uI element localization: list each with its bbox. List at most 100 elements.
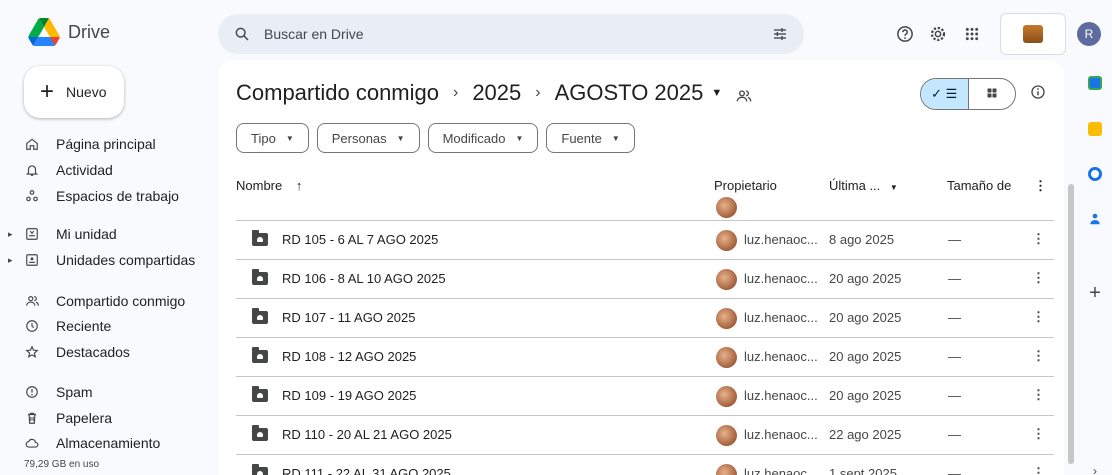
- sidebar-item-label: Spam: [56, 384, 93, 400]
- table-row[interactable]: RD 106 - 8 AL 10 AGO 2025 luz.henaoc... …: [236, 259, 1054, 298]
- modified-date: 8 ago 2025: [829, 232, 895, 247]
- sidebar-item-my-drive[interactable]: ▸ Mi unidad: [8, 222, 117, 246]
- dropdown-arrow-icon[interactable]: ▼: [711, 87, 722, 99]
- modified-date: 22 ago 2025: [829, 427, 902, 442]
- table-row[interactable]: RD 108 - 12 AGO 2025 luz.henaoc... 20 ag…: [236, 337, 1054, 376]
- organization-logo[interactable]: [1000, 13, 1066, 55]
- sidebar-item-activity[interactable]: Actividad: [24, 158, 113, 182]
- checkmark-list-icon: ✓ ☰: [931, 86, 958, 101]
- breadcrumb-item[interactable]: Compartido conmigo: [236, 80, 439, 106]
- table-header: Nombre ↑ Propietario Última ... ▼ Tamaño…: [236, 172, 1054, 208]
- grid-view-button[interactable]: [969, 79, 1016, 109]
- filter-chip-people[interactable]: Personas ▼: [316, 123, 420, 153]
- table-row[interactable]: RD 105 - 6 AL 7 AGO 2025 luz.henaoc... 8…: [236, 220, 1054, 259]
- breadcrumb-current[interactable]: AGOSTO 2025: [555, 80, 704, 106]
- sidebar-item-workspaces[interactable]: Espacios de trabajo: [24, 184, 179, 208]
- apps-grid-icon[interactable]: [960, 22, 984, 46]
- sidebar-item-trash[interactable]: Papelera: [24, 406, 112, 430]
- search-bar[interactable]: [218, 14, 804, 54]
- chip-label: Tipo: [251, 130, 276, 146]
- file-size: —: [948, 427, 961, 442]
- file-size: —: [948, 232, 961, 247]
- table-row[interactable]: RD 107 - 11 AGO 2025 luz.henaoc... 20 ag…: [236, 298, 1054, 337]
- column-options-icon[interactable]: ⋮: [1034, 178, 1047, 194]
- column-header-name[interactable]: Nombre ↑: [236, 178, 302, 193]
- contacts-icon[interactable]: [1086, 210, 1104, 228]
- more-options-icon[interactable]: ⋮: [1032, 231, 1045, 247]
- shared-folder-icon: [736, 84, 754, 102]
- sidebar-item-recent[interactable]: Reciente: [24, 314, 111, 338]
- keep-icon[interactable]: [1086, 120, 1104, 138]
- scrollbar[interactable]: [1068, 184, 1074, 464]
- table-row[interactable]: RD 111 - 22 AL 31 AGO 2025 luz.henaoc...…: [236, 454, 1054, 475]
- search-options-icon[interactable]: [770, 24, 790, 44]
- owner-avatar: [716, 425, 737, 446]
- sidebar-item-starred[interactable]: Destacados: [24, 340, 130, 364]
- chevron-right-icon: ›: [535, 84, 541, 101]
- clock-icon: [24, 318, 40, 334]
- sidebar-item-label: Compartido conmigo: [56, 293, 186, 309]
- filter-chip-type[interactable]: Tipo ▼: [236, 123, 309, 153]
- column-header-size[interactable]: Tamaño de: [947, 178, 1011, 193]
- sidebar-item-storage[interactable]: Almacenamiento: [24, 431, 160, 455]
- column-header-modified[interactable]: Última ... ▼: [829, 178, 898, 193]
- home-icon: [24, 136, 40, 152]
- modified-date: 1 sept 2025: [829, 466, 897, 475]
- column-header-owner[interactable]: Propietario: [714, 178, 777, 193]
- more-options-icon[interactable]: ⋮: [1032, 387, 1045, 403]
- tasks-icon[interactable]: [1086, 165, 1104, 183]
- expand-arrow-icon[interactable]: ▸: [8, 255, 20, 266]
- more-options-icon[interactable]: ⋮: [1032, 465, 1045, 475]
- spam-icon: [24, 384, 40, 400]
- more-options-icon[interactable]: ⋮: [1032, 309, 1045, 325]
- shared-folder-icon: [252, 425, 268, 441]
- filter-chip-modified[interactable]: Modificado ▼: [427, 123, 539, 153]
- caret-down-icon: ▼: [889, 183, 898, 192]
- info-icon[interactable]: [1030, 84, 1048, 102]
- modified-date: 20 ago 2025: [829, 349, 902, 364]
- help-icon[interactable]: [893, 22, 917, 46]
- more-options-icon[interactable]: ⋮: [1032, 270, 1045, 286]
- sidebar-item-home[interactable]: Página principal: [24, 132, 156, 156]
- file-size: —: [948, 310, 961, 325]
- new-button-label: Nuevo: [66, 84, 107, 100]
- shared-folder-icon: [252, 464, 268, 475]
- caret-down-icon: ▼: [611, 133, 620, 143]
- expand-arrow-icon[interactable]: ▸: [8, 229, 20, 240]
- owner-avatar: [716, 230, 737, 251]
- drive-icon: [24, 226, 40, 242]
- caret-down-icon: ▼: [515, 133, 524, 143]
- sidebar-item-shared-drives[interactable]: ▸ Unidades compartidas: [8, 248, 195, 272]
- chevron-right-icon[interactable]: ›: [1086, 462, 1104, 475]
- organization-seal-icon: [1023, 25, 1043, 43]
- owner-name: luz.henaoc...: [744, 466, 818, 475]
- settings-gear-icon[interactable]: [926, 22, 950, 46]
- add-addon-icon[interactable]: +: [1086, 282, 1104, 304]
- calendar-icon[interactable]: [1086, 74, 1104, 92]
- workspaces-icon: [24, 188, 40, 204]
- table-row[interactable]: RD 110 - 20 AL 21 AGO 2025 luz.henaoc...…: [236, 415, 1054, 454]
- star-icon: [24, 344, 40, 360]
- sidebar-item-spam[interactable]: Spam: [24, 380, 93, 404]
- breadcrumb-item[interactable]: 2025: [472, 80, 521, 106]
- modified-date: 20 ago 2025: [829, 271, 902, 286]
- file-name: RD 107 - 11 AGO 2025: [282, 310, 416, 325]
- chevron-right-icon: ›: [452, 84, 459, 101]
- table-row[interactable]: RD 109 - 19 AGO 2025 luz.henaoc... 20 ag…: [236, 376, 1054, 415]
- owner-avatar: [716, 308, 737, 329]
- list-view-button[interactable]: ✓ ☰: [921, 79, 969, 109]
- sidebar-item-shared-with-me[interactable]: Compartido conmigo: [24, 289, 185, 313]
- drive-logo[interactable]: Drive: [28, 18, 110, 46]
- new-button[interactable]: + Nuevo: [24, 66, 124, 118]
- view-toggle: ✓ ☰: [920, 78, 1016, 110]
- owner-avatar: [716, 197, 737, 218]
- filter-chip-source[interactable]: Fuente ▼: [546, 123, 635, 153]
- account-avatar[interactable]: R: [1077, 22, 1101, 46]
- more-options-icon[interactable]: ⋮: [1032, 426, 1045, 442]
- more-options-icon[interactable]: ⋮: [1032, 348, 1045, 364]
- search-icon[interactable]: [232, 24, 252, 44]
- file-size: —: [948, 388, 961, 403]
- search-input[interactable]: [264, 26, 770, 42]
- file-size: —: [948, 349, 961, 364]
- sidebar-item-label: Mi unidad: [56, 226, 117, 242]
